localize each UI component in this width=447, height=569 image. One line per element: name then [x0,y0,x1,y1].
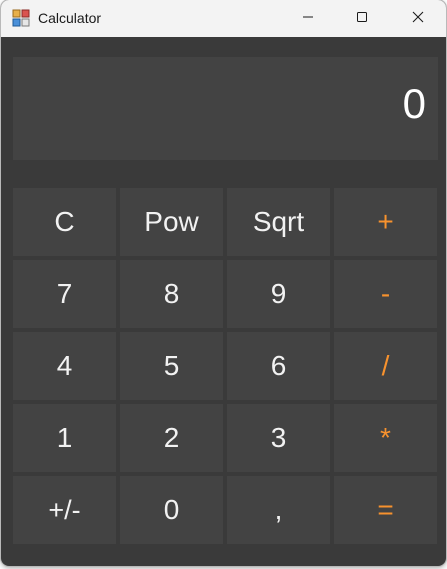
window-title: Calculator [38,10,102,26]
maximize-icon [356,10,368,28]
title-bar[interactable]: Calculator [1,0,446,37]
digit-3-button[interactable]: 3 [227,404,330,472]
maximize-button[interactable] [335,0,389,37]
digit-4-button[interactable]: 4 [13,332,116,400]
subtract-button[interactable]: - [334,260,437,328]
digit-5-button[interactable]: 5 [120,332,223,400]
multiply-button[interactable]: * [334,404,437,472]
minimize-button[interactable] [281,0,335,37]
calculator-app-icon [12,9,30,27]
divide-button[interactable]: / [334,332,437,400]
close-icon [412,10,424,28]
pow-button[interactable]: Pow [120,188,223,256]
digit-1-button[interactable]: 1 [13,404,116,472]
digit-9-button[interactable]: 9 [227,260,330,328]
negate-button[interactable]: +/- [13,476,116,544]
clear-button[interactable]: C [13,188,116,256]
digit-8-button[interactable]: 8 [120,260,223,328]
minimize-icon [302,10,314,28]
digit-2-button[interactable]: 2 [120,404,223,472]
result-display: 0 [13,57,438,160]
keypad: C Pow Sqrt + 7 8 9 - 4 5 6 / 1 2 3 * +/-… [13,188,438,546]
calculator-window: Calculator 0 C Pow Sqrt + 7 8 9 - 4 5 6 … [1,0,446,566]
sqrt-button[interactable]: Sqrt [227,188,330,256]
close-button[interactable] [391,0,445,37]
equals-button[interactable]: = [334,476,437,544]
digit-6-button[interactable]: 6 [227,332,330,400]
add-button[interactable]: + [334,188,437,256]
display-value: 0 [402,80,426,127]
digit-7-button[interactable]: 7 [13,260,116,328]
digit-0-button[interactable]: 0 [120,476,223,544]
decimal-button[interactable]: , [227,476,330,544]
